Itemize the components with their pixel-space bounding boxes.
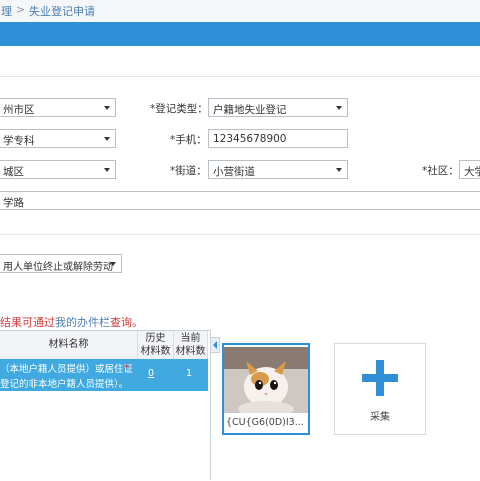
unemployment-reason-value: 用人单位终止或解除劳动 bbox=[3, 262, 113, 273]
note-suffix: 查询。 bbox=[110, 316, 143, 329]
collapse-toggle[interactable] bbox=[210, 337, 220, 353]
area-value: 城区 bbox=[3, 166, 24, 178]
chevron-down-icon bbox=[336, 106, 342, 110]
chevron-down-icon bbox=[110, 262, 116, 266]
chevron-down-icon bbox=[104, 137, 110, 141]
capture-label: 采集 bbox=[370, 412, 390, 423]
history-count-link[interactable]: 0 bbox=[148, 368, 154, 379]
community-select[interactable]: 大学 bbox=[459, 160, 480, 179]
section-header-bar bbox=[0, 22, 480, 46]
my-cases-link[interactable]: 我的办件栏 bbox=[55, 316, 110, 329]
breadcrumb: 理 > 失业登记申请 bbox=[0, 0, 480, 23]
divider bbox=[0, 76, 480, 77]
chevron-left-icon bbox=[213, 341, 217, 349]
unemployment-reason-select[interactable]: 用人单位终止或解除劳动 bbox=[0, 254, 122, 273]
col-header-name: 材料名称 bbox=[0, 331, 138, 359]
education-value: 学专科 bbox=[3, 135, 35, 147]
phone-label: *手机： bbox=[170, 134, 207, 146]
col-header-current: 当前 材料数 bbox=[174, 331, 208, 359]
uploaded-image-thumbnail[interactable]: {CU{G6(0D)I3... bbox=[222, 343, 310, 435]
community-value: 大学 bbox=[464, 166, 480, 178]
required-mark-icon: * bbox=[124, 363, 129, 374]
district-select[interactable]: 州市区 bbox=[0, 98, 116, 117]
plus-icon bbox=[362, 360, 398, 396]
area-select[interactable]: 城区 bbox=[0, 160, 116, 179]
phone-input[interactable]: 12345678900 bbox=[208, 129, 348, 148]
address-input[interactable]: 学路 bbox=[0, 191, 480, 210]
district-value: 州市区 bbox=[3, 104, 35, 116]
note-prefix: 结果可通过 bbox=[0, 316, 55, 329]
register-type-value: 户籍地失业登记 bbox=[213, 104, 287, 116]
chevron-down-icon bbox=[104, 106, 110, 110]
street-label: *街道： bbox=[170, 165, 207, 177]
register-type-select[interactable]: 户籍地失业登记 bbox=[208, 98, 348, 117]
divider bbox=[0, 234, 480, 235]
capture-button[interactable]: 采集 bbox=[334, 343, 426, 435]
chevron-down-icon bbox=[104, 168, 110, 172]
breadcrumb-current: 失业登记申请 bbox=[29, 5, 95, 18]
address-value: 学路 bbox=[3, 197, 24, 209]
thumbnail-caption: {CU{G6(0D)I3... bbox=[226, 417, 304, 428]
material-name-line1: （本地户籍人员提供）或居住证 bbox=[0, 364, 134, 375]
phone-value: 12345678900 bbox=[213, 133, 287, 145]
education-select[interactable]: 学专科 bbox=[0, 129, 116, 148]
chevron-down-icon bbox=[336, 168, 342, 172]
street-value: 小营街道 bbox=[213, 166, 255, 178]
street-select[interactable]: 小营街道 bbox=[208, 160, 348, 179]
query-note: 结果可通过我的办件栏查询。 bbox=[0, 314, 143, 330]
cat-photo-icon bbox=[224, 347, 308, 413]
current-count: 1 bbox=[186, 368, 193, 379]
community-label: *社区： bbox=[422, 165, 459, 177]
table-row[interactable]: （本地户籍人员提供）或居住证 登记的非本地户籍人员提供）。 * 0 1 bbox=[0, 359, 208, 391]
material-name-line2: 登记的非本地户籍人员提供）。 bbox=[0, 379, 129, 390]
breadcrumb-separator: > bbox=[16, 3, 26, 16]
breadcrumb-prev[interactable]: 理 bbox=[1, 3, 12, 19]
register-type-label: *登记类型： bbox=[150, 103, 208, 115]
col-header-history: 历史 材料数 bbox=[138, 331, 174, 359]
